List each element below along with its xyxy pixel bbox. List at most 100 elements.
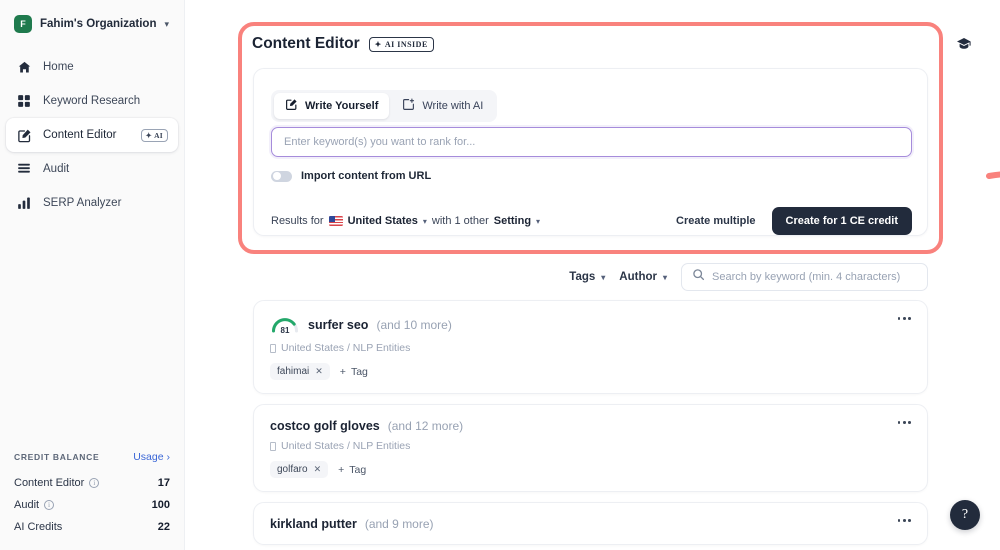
- create-card-footer: Results for United States ▾ with 1 other…: [271, 207, 912, 235]
- chevron-down-icon: ▾: [601, 272, 606, 282]
- ai-badge: ✦ AI: [141, 128, 168, 142]
- sparkle-icon: ✦: [374, 39, 382, 49]
- list-item-menu-button[interactable]: [897, 421, 911, 424]
- plus-icon: +: [339, 365, 346, 378]
- help-button[interactable]: ?: [950, 500, 980, 530]
- bar-chart-icon: [16, 195, 32, 211]
- list-item-menu-button[interactable]: [897, 317, 911, 320]
- ai-inside-badge: ✦ AI INSIDE: [368, 36, 434, 52]
- info-icon[interactable]: i: [89, 478, 100, 488]
- sidebar-item-keyword-research[interactable]: Keyword Research: [6, 84, 178, 118]
- country-value[interactable]: United States: [348, 215, 418, 227]
- page-header: Content Editor ✦ AI INSIDE: [252, 35, 434, 53]
- setting-link[interactable]: Setting: [494, 215, 531, 227]
- credit-row: Audit i 100: [14, 494, 170, 516]
- credit-row: Content Editor i 17: [14, 472, 170, 494]
- location-glyph-icon: [270, 343, 276, 353]
- score-value: 81: [280, 326, 290, 335]
- toggle-label: Import content from URL: [301, 170, 432, 182]
- list-item-more-count: (and 10 more): [376, 318, 452, 332]
- grid-icon: [16, 93, 32, 109]
- results-for-label: Results for: [271, 215, 324, 227]
- credit-balance-panel: CREDIT BALANCE Usage › Content Editor i …: [0, 441, 184, 550]
- content-score-gauge: 81: [270, 315, 300, 335]
- tab-label: Write with AI: [422, 100, 484, 112]
- list-item-keyword: surfer seo: [308, 318, 369, 332]
- list-item-menu-button[interactable]: [897, 519, 911, 522]
- sidebar-item-content-editor[interactable]: Content Editor ✦ AI: [6, 118, 178, 152]
- credit-balance-title: CREDIT BALANCE: [14, 452, 100, 462]
- sparkle-square-icon: [402, 98, 415, 114]
- list-item-more-count: (and 9 more): [364, 517, 434, 531]
- tab-write-yourself[interactable]: Write Yourself: [274, 93, 390, 119]
- list-item[interactable]: 81 surfer seo (and 10 more) United State…: [253, 300, 928, 394]
- import-from-url-toggle[interactable]: Import content from URL: [271, 170, 431, 182]
- location-glyph-icon: [270, 441, 276, 451]
- add-tag-button[interactable]: + Tag: [340, 366, 368, 378]
- credit-balance-header: CREDIT BALANCE Usage ›: [14, 451, 170, 463]
- sparkle-icon: ✦: [145, 130, 153, 140]
- sidebar-nav: Home Keyword Research Content Editor ✦ A…: [0, 50, 184, 220]
- page-title: Content Editor: [252, 35, 360, 52]
- sidebar-item-serp-analyzer[interactable]: SERP Analyzer: [6, 186, 178, 220]
- org-name: Fahim's Organization: [40, 18, 157, 30]
- create-for-credit-button[interactable]: Create for 1 CE credit: [771, 207, 912, 235]
- with-other-label: with 1 other: [431, 215, 489, 227]
- remove-tag-icon[interactable]: ✕: [315, 366, 323, 377]
- create-content-card: Write Yourself Write with AI Import cont…: [253, 68, 928, 236]
- usage-link[interactable]: Usage ›: [133, 451, 170, 463]
- sidebar-item-home[interactable]: Home: [6, 50, 178, 84]
- sidebar-item-audit[interactable]: Audit: [6, 152, 178, 186]
- graduation-cap-icon[interactable]: [956, 36, 972, 57]
- sidebar-item-label: SERP Analyzer: [43, 197, 122, 209]
- tag-chip[interactable]: fahimai ✕: [270, 363, 330, 380]
- credit-value: 17: [157, 477, 170, 489]
- list-item-tags: fahimai ✕ + Tag: [270, 363, 911, 380]
- keyword-input[interactable]: [271, 127, 912, 157]
- add-tag-button[interactable]: + Tag: [338, 464, 366, 476]
- org-avatar: F: [14, 15, 32, 33]
- sidebar-item-label: Home: [43, 61, 74, 73]
- credit-value: 100: [151, 499, 170, 511]
- write-mode-tabs: Write Yourself Write with AI: [271, 90, 498, 122]
- list-item[interactable]: costco golf gloves (and 12 more) United …: [253, 404, 928, 492]
- chevron-down-icon: ▾: [536, 216, 541, 226]
- list-item-tags: golfaro ✕ + Tag: [270, 461, 911, 478]
- sidebar: F Fahim's Organization ▾ Home Keyword Re…: [0, 0, 185, 550]
- plus-icon: +: [338, 463, 345, 476]
- remove-tag-icon[interactable]: ✕: [314, 464, 322, 475]
- keyword-search-box[interactable]: Search by keyword (min. 4 characters): [681, 263, 928, 291]
- list-filters: Tags ▾ Author ▾ Search by keyword (min. …: [569, 263, 928, 291]
- home-icon: [16, 59, 32, 75]
- tag-label: golfaro: [277, 464, 308, 475]
- create-multiple-button[interactable]: Create multiple: [676, 215, 755, 227]
- filter-tags-dropdown[interactable]: Tags ▾: [569, 271, 605, 283]
- list-item-keyword: costco golf gloves: [270, 419, 380, 433]
- search-placeholder: Search by keyword (min. 4 characters): [712, 271, 901, 283]
- tab-write-with-ai[interactable]: Write with AI: [391, 93, 494, 119]
- list-item-more-count: (and 12 more): [387, 419, 464, 433]
- edit-document-icon: [16, 127, 32, 143]
- tag-chip[interactable]: golfaro ✕: [270, 461, 329, 478]
- org-switcher[interactable]: F Fahim's Organization ▾: [0, 0, 184, 38]
- tag-label: fahimai: [277, 366, 310, 377]
- list-item-meta: United States / NLP Entities: [270, 440, 911, 452]
- pointer-arrow-annotation: [986, 171, 1000, 179]
- tab-label: Write Yourself: [305, 100, 379, 112]
- sidebar-item-label: Keyword Research: [43, 95, 141, 107]
- list-icon: [16, 161, 32, 177]
- credit-name: AI Credits: [14, 521, 63, 533]
- content-list: 81 surfer seo (and 10 more) United State…: [253, 300, 928, 550]
- main-content: Content Editor ✦ AI INSIDE Write Yoursel…: [185, 0, 1000, 550]
- list-item-keyword: kirkland putter: [270, 517, 357, 531]
- pencil-square-icon: [285, 98, 298, 114]
- filter-author-dropdown[interactable]: Author ▾: [619, 271, 667, 283]
- sidebar-item-label: Audit: [43, 163, 70, 175]
- credit-row: AI Credits 22: [14, 516, 170, 538]
- list-item-meta: United States / NLP Entities: [270, 342, 911, 354]
- chevron-down-icon: ▾: [164, 18, 170, 29]
- results-location-selector[interactable]: Results for United States ▾ with 1 other…: [271, 215, 540, 227]
- info-icon[interactable]: i: [44, 500, 55, 510]
- toggle-switch[interactable]: [271, 170, 292, 182]
- list-item[interactable]: kirkland putter (and 9 more): [253, 502, 928, 545]
